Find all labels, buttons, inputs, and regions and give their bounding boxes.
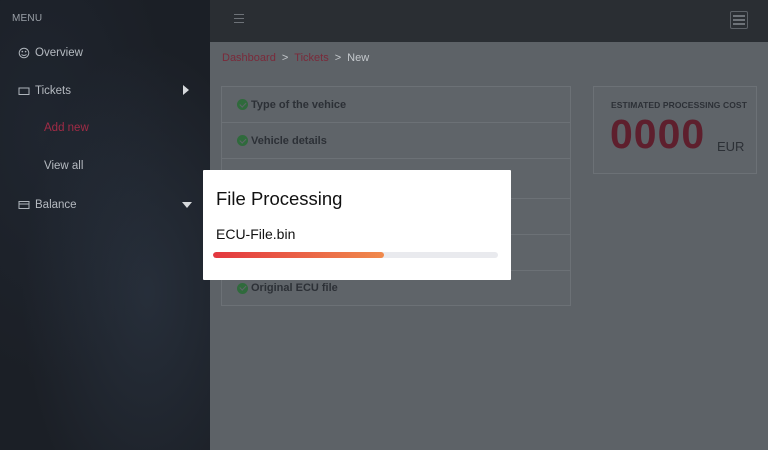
caret-down-icon [182,199,192,211]
cost-value: 0000 [610,111,706,157]
progress-fill [213,252,384,258]
step-label: Type of the vehice [251,98,347,111]
file-name: ECU-File.bin [216,226,296,242]
caret-right-icon [182,84,190,98]
palette-icon [18,47,30,59]
sidebar-item-label: Overview [35,47,83,59]
file-processing-modal: File Processing ECU-File.bin [203,170,511,280]
modal-title: File Processing [216,188,343,209]
breadcrumb-separator: > [334,52,342,64]
check-circle-icon [237,99,248,110]
hamburger-icon[interactable] [234,14,244,23]
sidebar-item-label: Tickets [35,85,71,97]
ticket-icon [18,85,30,97]
sidebar: MENU Overview Tickets Add new View all B… [0,0,210,450]
breadcrumb-tickets[interactable]: Tickets [294,52,328,64]
progress-bar [213,252,498,258]
sidebar-item-overview[interactable]: Overview [0,43,210,63]
breadcrumb-separator: > [281,52,289,64]
step-label: Vehicle details [251,134,327,147]
cost-title: ESTIMATED PROCESSING COST [611,100,747,110]
check-circle-icon [237,282,248,294]
sidebar-item-label: Balance [35,199,77,211]
step-label: Original ECU file [251,282,338,294]
estimated-cost-card: ESTIMATED PROCESSING COST 0000 EUR [593,86,757,174]
wallet-icon [18,199,30,211]
top-bar [210,0,768,42]
cost-currency: EUR [717,139,745,154]
list-panel-icon[interactable] [730,11,748,29]
sidebar-subitem-view-all[interactable]: View all [44,160,83,172]
sidebar-subitem-add-new[interactable]: Add new [44,122,89,134]
step-vehicle-type[interactable]: Type of the vehice [221,86,571,122]
check-circle-icon [237,135,248,146]
breadcrumb-dashboard[interactable]: Dashboard [222,52,276,64]
breadcrumb: Dashboard > Tickets > New [222,52,369,64]
step-vehicle-details[interactable]: Vehicle details [221,122,571,158]
sidebar-item-tickets[interactable]: Tickets [0,81,210,101]
menu-title: MENU [12,13,43,24]
sidebar-item-balance[interactable]: Balance [0,195,210,215]
breadcrumb-new: New [347,52,370,64]
